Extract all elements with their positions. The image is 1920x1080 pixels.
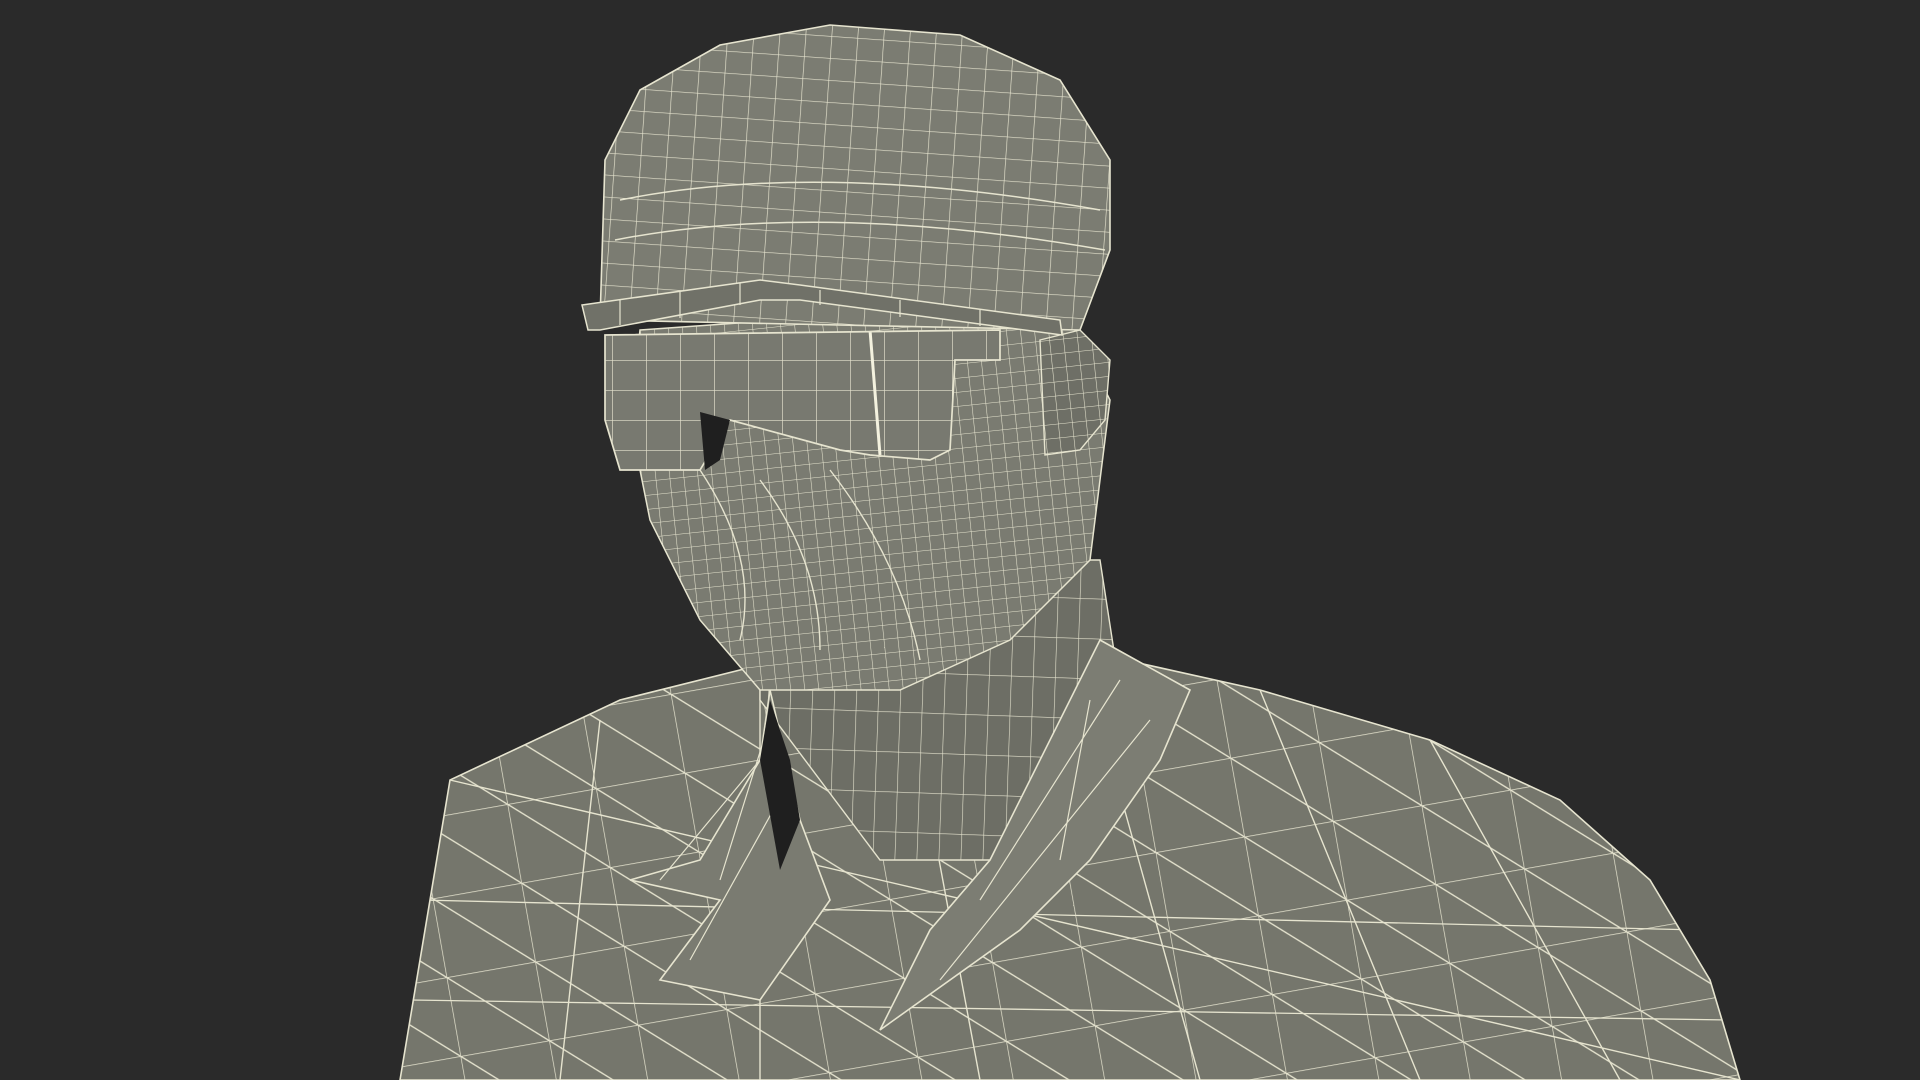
render-viewport [0, 0, 1920, 1080]
wireframe-render [0, 0, 1920, 1080]
